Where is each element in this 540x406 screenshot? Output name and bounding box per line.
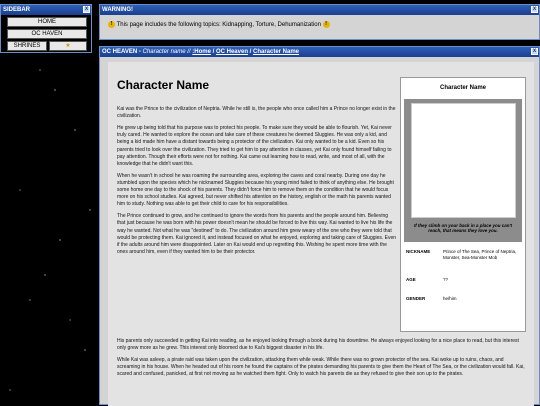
infobox: Character Name If they climb on your bac… [400, 77, 526, 332]
sidebar-titlebar: SIDEBAR x [1, 5, 91, 15]
infobox-image-frame: If they climb on your back in a place yo… [404, 99, 522, 242]
close-icon[interactable]: x [531, 6, 538, 13]
sidebar-panel: SIDEBAR x HOME OC HAVEN SHRINES ★ [0, 4, 92, 53]
breadcrumb-character[interactable]: Character Name [253, 49, 299, 55]
shrines-button[interactable]: SHRINES [7, 41, 47, 51]
bio-paragraph: While Kai was asleep, a pirate raid was … [117, 356, 525, 378]
bio-text: Kai was the Prince to the civilization o… [117, 106, 397, 261]
character-image [411, 103, 516, 218]
warning-text: This page includes the following topics:… [116, 22, 321, 29]
bio-paragraph: When he wasn't in school he was roaming … [117, 172, 394, 208]
bio-text-wide: His parents only succeeded in getting Ka… [117, 338, 527, 383]
breadcrumb-oc-heaven[interactable]: OC Heaven [216, 49, 248, 55]
page-title: Character Name [117, 78, 210, 92]
star-button[interactable]: ★ [49, 41, 87, 51]
warning-panel: WARNING! x ! This page includes the foll… [99, 4, 540, 40]
oc-haven-button[interactable]: OC HAVEN [7, 29, 87, 39]
image-caption: If they climb on your back in a place yo… [413, 223, 513, 233]
warning-body: ! This page includes the following topic… [100, 15, 539, 34]
warning-title: WARNING! [102, 7, 133, 13]
bio-paragraph: His parents only succeeded in getting Ka… [117, 338, 519, 352]
sidebar-title: SIDEBAR [3, 7, 31, 13]
bio-paragraph: The Prince continued to grow, and he con… [117, 213, 397, 256]
window-subtitle: Character name // [142, 49, 191, 55]
warning-icon: ! [108, 21, 115, 28]
warning-titlebar: WARNING! x [100, 5, 539, 15]
home-button[interactable]: HOME [7, 17, 87, 27]
infobox-value: Prince of The Sea, Prince of Neptria, Mo… [443, 249, 517, 260]
close-icon[interactable]: x [83, 6, 90, 13]
breadcrumb-home[interactable]: :Home [192, 49, 211, 55]
infobox-value: he/him [443, 296, 457, 301]
window-title: OC HEAVEN [102, 49, 138, 55]
warning-icon: ! [322, 21, 330, 28]
main-titlebar: OC HEAVEN - Character name // :Home / OC… [100, 47, 539, 57]
infobox-key: NICKNAME [406, 249, 431, 254]
star-icon: ★ [65, 43, 71, 49]
infobox-key: AGE [406, 277, 416, 282]
content-area: Character Name Kai was the Prince to the… [108, 62, 534, 406]
bio-paragraph: Kai was the Prince to the civilization o… [117, 106, 396, 120]
main-panel: OC HEAVEN - Character name // :Home / OC… [99, 46, 540, 406]
bio-paragraph: He grew up being told that his purpose w… [117, 124, 392, 167]
infobox-key: GENDER [406, 296, 426, 301]
close-icon[interactable]: x [531, 48, 538, 55]
infobox-title: Character Name [439, 85, 487, 91]
infobox-value: ?? [443, 277, 449, 282]
